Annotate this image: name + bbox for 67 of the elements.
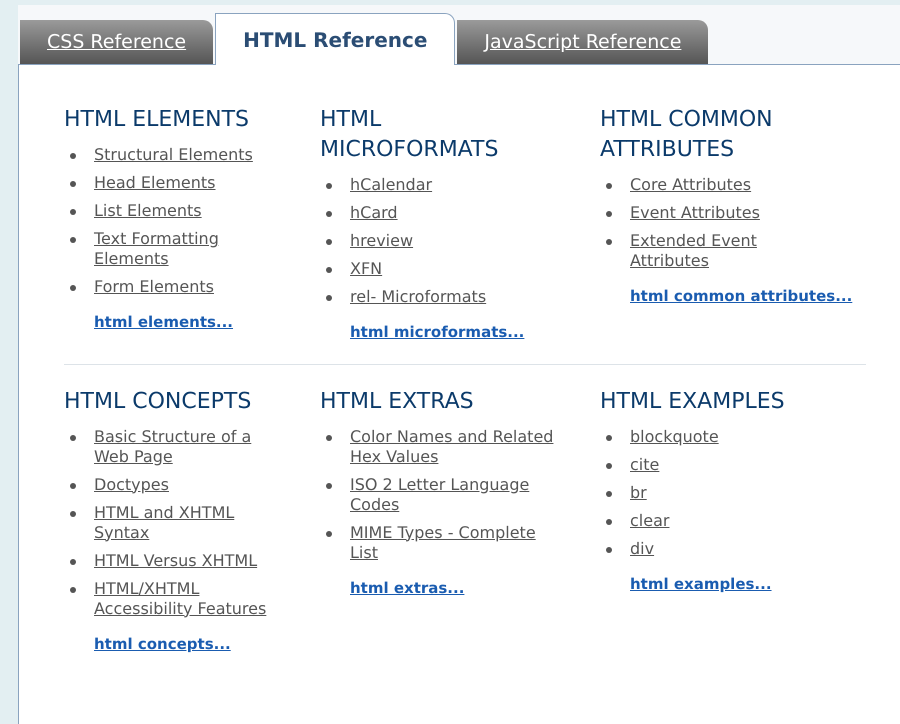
tab[interactable]: HTML Reference xyxy=(215,13,456,65)
bullet-icon xyxy=(606,211,612,217)
reference-link[interactable]: br xyxy=(630,482,805,502)
section-heading: HTML CONCEPTS xyxy=(64,388,252,416)
more-link[interactable]: html microformats... xyxy=(350,321,524,344)
reference-link[interactable]: Basic Structure of a Web Page xyxy=(94,426,274,466)
bullet-icon xyxy=(606,239,612,245)
bullet-icon xyxy=(326,295,332,301)
reference-link[interactable]: clear xyxy=(630,510,805,530)
bullet-icon xyxy=(70,558,76,564)
tab[interactable]: CSS Reference xyxy=(20,20,214,64)
reference-link[interactable]: hreview xyxy=(350,231,565,251)
reference-link[interactable]: List Elements xyxy=(94,201,274,221)
more-link[interactable]: html common attributes... xyxy=(630,285,852,308)
reference-link[interactable]: Color Names and Related Hex Values xyxy=(350,426,565,466)
reference-link[interactable]: div xyxy=(630,538,805,558)
section-heading: HTML EXAMPLES xyxy=(600,388,786,416)
reference-link[interactable]: HTML Versus XHTML xyxy=(94,550,274,570)
bullet-icon xyxy=(326,530,332,536)
reference-link[interactable]: Event Attributes xyxy=(630,203,805,223)
section-heading: HTML EXTRAS xyxy=(320,388,475,416)
reference-link[interactable]: XFN xyxy=(350,259,565,279)
bullet-icon xyxy=(606,183,612,189)
bullet-icon xyxy=(606,462,612,468)
section-heading: HTML ELEMENTS xyxy=(64,106,250,134)
bullet-icon xyxy=(326,239,332,245)
reference-link[interactable]: ISO 2 Letter Language Codes xyxy=(350,474,565,514)
reference-link[interactable]: Head Elements xyxy=(94,173,274,193)
bullet-icon xyxy=(70,482,76,488)
bullet-icon xyxy=(70,209,76,215)
reference-link[interactable]: cite xyxy=(630,454,805,474)
more-link[interactable]: html extras... xyxy=(350,576,464,599)
reference-link[interactable]: hCard xyxy=(350,203,565,223)
bullet-icon xyxy=(70,510,76,516)
bullet-icon xyxy=(326,482,332,488)
bullet-icon xyxy=(326,267,332,273)
more-link[interactable]: html examples... xyxy=(630,572,772,595)
bullet-icon xyxy=(70,434,76,440)
section-heading: HTML MICROFORMATS xyxy=(320,106,500,164)
reference-link[interactable]: Text Formatting Elements xyxy=(94,229,274,269)
reference-link[interactable]: Extended Event Attributes xyxy=(630,231,805,271)
bullet-icon xyxy=(606,546,612,552)
bullet-icon xyxy=(70,285,76,291)
bullet-icon xyxy=(70,586,76,592)
reference-link[interactable]: rel- Microformats xyxy=(350,287,565,307)
reference-link[interactable]: blockquote xyxy=(630,426,805,446)
more-link[interactable]: html concepts... xyxy=(94,632,231,655)
bullet-icon xyxy=(70,153,76,159)
reference-link[interactable]: Core Attributes xyxy=(630,175,805,195)
bullet-icon xyxy=(326,183,332,189)
tab[interactable]: JavaScript Reference xyxy=(457,20,708,64)
reference-link[interactable]: MIME Types - Complete List xyxy=(350,522,565,562)
bullet-icon xyxy=(606,518,612,524)
bullet-icon xyxy=(326,434,332,440)
reference-link[interactable]: Doctypes xyxy=(94,474,274,494)
bullet-icon xyxy=(606,434,612,440)
more-link[interactable]: html elements... xyxy=(94,311,234,334)
reference-link[interactable]: HTML and XHTML Syntax xyxy=(94,502,274,542)
reference-link[interactable]: Form Elements xyxy=(94,277,274,297)
section-heading: HTML COMMON ATTRIBUTES xyxy=(600,106,774,164)
bullet-icon xyxy=(70,237,76,243)
bullet-icon xyxy=(70,181,76,187)
bullet-icon xyxy=(326,211,332,217)
reference-link[interactable]: HTML/XHTML Accessibility Features xyxy=(94,578,274,618)
reference-link[interactable]: Structural Elements xyxy=(94,145,274,165)
bullet-icon xyxy=(606,490,612,496)
reference-link[interactable]: hCalendar xyxy=(350,175,565,195)
